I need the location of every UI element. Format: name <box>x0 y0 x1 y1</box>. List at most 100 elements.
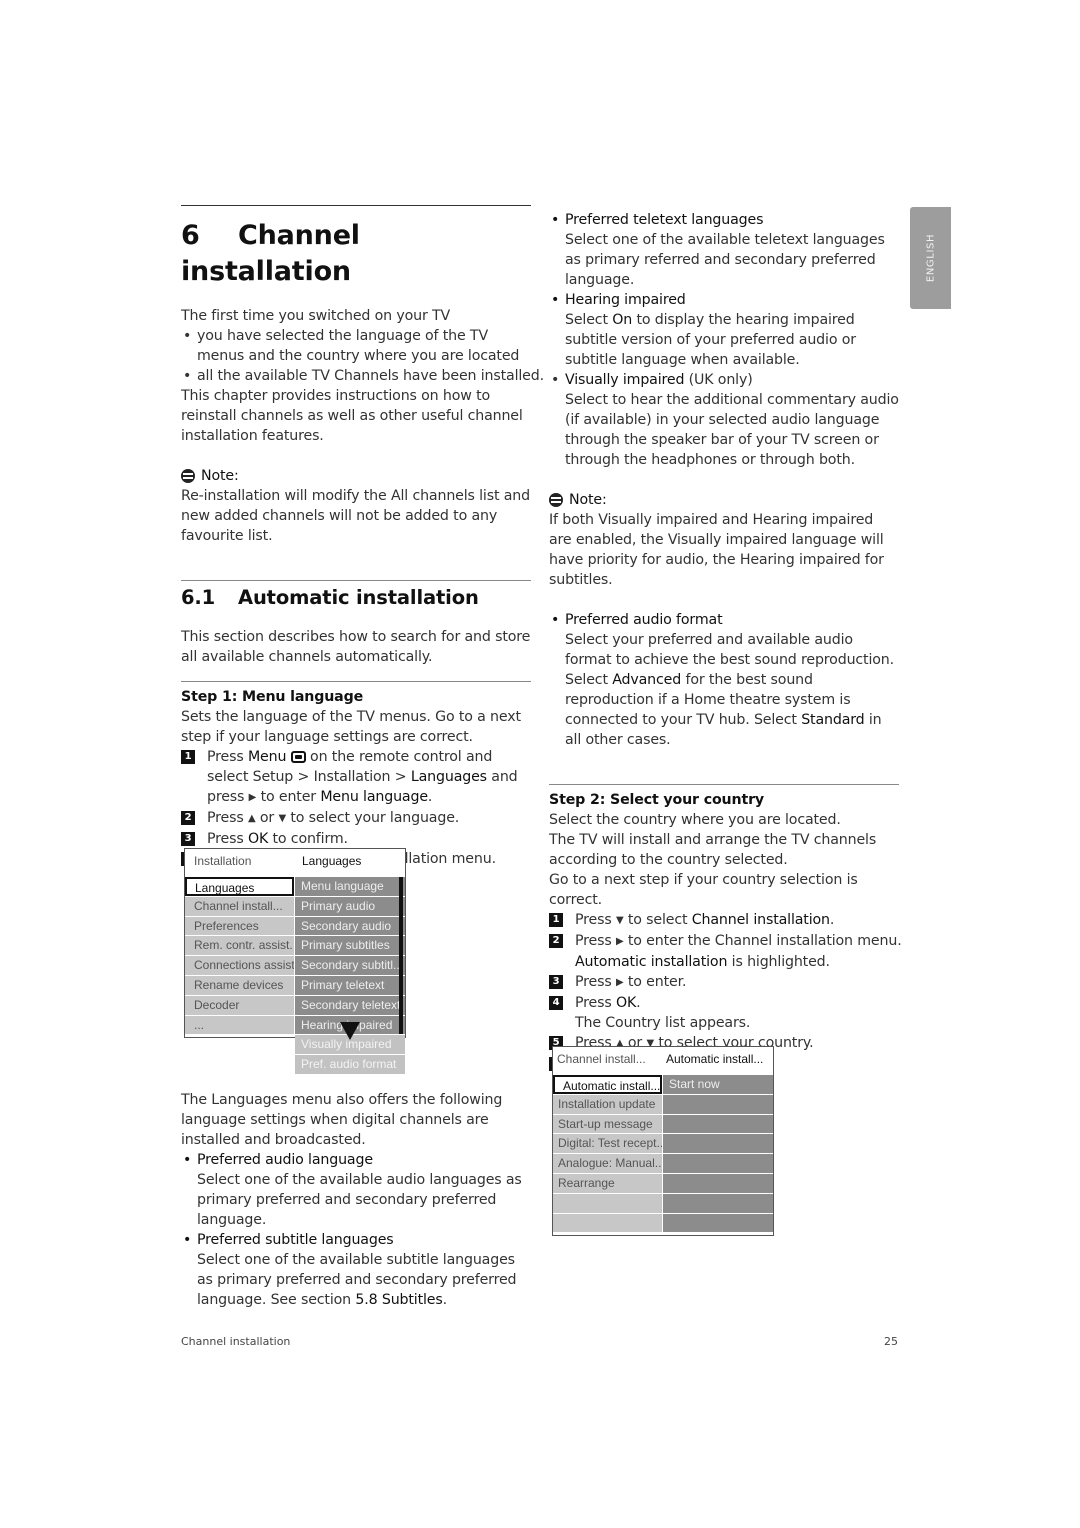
note-icon <box>549 493 563 507</box>
menu-item-selected[interactable]: Automatic install... <box>553 1075 662 1094</box>
submenu-item[interactable]: Primary audio <box>295 896 405 916</box>
section-title-text: Automatic installation <box>238 586 479 609</box>
section-rule <box>181 580 531 581</box>
step-number-badge: 1 <box>181 750 195 764</box>
step-number-badge: 3 <box>549 975 563 989</box>
step1-item: 3 Press OK to confirm. <box>181 829 531 849</box>
footer-section-title: Channel installation <box>181 1335 291 1348</box>
bullet-text: Select one of the available audio langua… <box>197 1172 522 1228</box>
step1-item: 2 Press ▲ or ▼ to select your language. <box>181 808 531 829</box>
submenu-item[interactable] <box>663 1094 773 1114</box>
step2-item: 4 Press OK. The Country list appears. <box>549 993 899 1033</box>
bullet-title: Preferred audio language <box>181 1150 531 1170</box>
bullet-title: Preferred audio format <box>549 610 899 630</box>
step2-line: The TV will install and arrange the TV c… <box>549 832 877 868</box>
step-number-badge: 1 <box>549 913 563 927</box>
submenu-item[interactable]: Menu language <box>295 877 405 896</box>
step-number-badge: 4 <box>549 996 563 1010</box>
menu-item[interactable]: Channel install... <box>185 896 294 916</box>
chapter-rule <box>181 205 531 206</box>
menu-header-left: Channel install... <box>557 1052 646 1066</box>
right-arrow-icon: ▶ <box>615 977 624 988</box>
bullet-text: Select Advanced for the best sound repro… <box>565 672 882 748</box>
installation-languages-menu: Installation Languages Languages Channel … <box>184 848 406 1078</box>
menu-item[interactable]: Rearrange <box>553 1174 662 1193</box>
menu-item-selected[interactable]: Languages <box>185 877 294 896</box>
bullet-title: Visually impaired (UK only) <box>549 370 899 390</box>
intro-bullet: you have selected the language of the TV… <box>181 326 531 366</box>
submenu-item[interactable] <box>663 1134 773 1154</box>
bullet-text: Select to hear the additional commentary… <box>565 392 899 468</box>
menu-item[interactable]: Preferences <box>185 916 294 936</box>
menu-item[interactable]: Connections assist. <box>185 956 294 975</box>
note-text: If both Visually impaired and Hearing im… <box>549 512 884 588</box>
step2-item: 3 Press ▶ to enter. <box>549 972 899 993</box>
menu-header-right: Languages <box>302 854 362 868</box>
bullet-title: Hearing impaired <box>549 290 899 310</box>
languages-info: The Languages menu also offers the follo… <box>181 1090 531 1310</box>
intro-lead: The first time you switched on your TV <box>181 308 451 324</box>
scroll-down-arrow-icon[interactable] <box>340 1021 360 1040</box>
channel-installation-menu: Channel install... Automatic install... … <box>552 1046 774 1236</box>
step-number-badge: 2 <box>181 811 195 825</box>
step2-line: Go to a next step if your country select… <box>549 872 858 908</box>
menu-item[interactable]: ... <box>185 1015 294 1035</box>
menu-header-left: Installation <box>194 854 252 868</box>
submenu-item[interactable] <box>663 1114 773 1134</box>
bullet-text: Select your preferred and available audi… <box>565 632 894 668</box>
submenu-item[interactable]: Pref. audio format <box>295 1055 405 1074</box>
chapter-number: 6 <box>181 220 200 251</box>
left-column: 6 Channel installation The first time you… <box>181 205 544 870</box>
menu-item[interactable]: Installation update <box>553 1094 662 1114</box>
menu-key-icon <box>290 751 306 763</box>
down-arrow-icon: ▼ <box>278 813 286 824</box>
step2-title: Step 2: Select your country <box>549 792 765 808</box>
menu-item[interactable]: Rem. contr. assist. <box>185 936 294 956</box>
up-arrow-icon: ▲ <box>247 813 256 824</box>
submenu-item[interactable]: Secondary teletext <box>295 995 405 1015</box>
bullet-text: Select one of the available subtitle lan… <box>197 1252 517 1308</box>
step-number-badge: 3 <box>181 832 195 846</box>
menu-item[interactable]: Rename devices <box>185 976 294 995</box>
submenu-item[interactable]: Primary teletext <box>295 976 405 995</box>
note-text: Re-installation will modify the All chan… <box>181 488 530 544</box>
submenu-item[interactable]: Secondary subtitl.. <box>295 956 405 975</box>
right-arrow-icon: ▶ <box>615 936 624 947</box>
menu-item[interactable] <box>553 1193 662 1213</box>
submenu-item[interactable]: Secondary audio <box>295 916 405 936</box>
menu-item[interactable]: Start-up message <box>553 1114 662 1134</box>
down-arrow-icon: ▼ <box>615 915 624 926</box>
bullet-text: Select one of the available teletext lan… <box>565 232 885 288</box>
note-label: Note: <box>201 468 239 484</box>
menu-scrollbar[interactable] <box>399 877 403 1035</box>
section-title: 6.1 Automatic installation <box>181 585 531 611</box>
submenu-item[interactable]: Start now <box>663 1075 773 1094</box>
note-heading: Note: <box>549 490 899 510</box>
step-number-badge: 2 <box>549 934 563 948</box>
step2-line: Select the country where you are located… <box>549 812 841 828</box>
step1-title: Step 1: Menu language <box>181 689 364 705</box>
menu-header-right: Automatic install... <box>666 1052 764 1066</box>
step2-item: 2 Press ▶ to enter the Channel installat… <box>549 931 902 972</box>
bullet-title: Preferred subtitle languages <box>181 1230 531 1250</box>
step1-text: Sets the language of the TV menus. Go to… <box>181 709 521 745</box>
submenu-item[interactable]: Primary subtitles <box>295 936 405 956</box>
menu-item[interactable]: Decoder <box>185 995 294 1015</box>
chapter-title: 6 Channel installation <box>181 218 531 290</box>
section-reference-link[interactable]: 5.8 Subtitles <box>355 1292 442 1308</box>
submenu-item[interactable] <box>663 1154 773 1173</box>
menu-item[interactable]: Digital: Test recept... <box>553 1134 662 1154</box>
menu-item[interactable] <box>553 1213 662 1233</box>
note-label: Note: <box>569 492 607 508</box>
section-number: 6.1 <box>181 586 216 609</box>
right-column: Preferred teletext languages Select one … <box>549 210 902 1074</box>
menu-item[interactable]: Analogue: Manual... <box>553 1154 662 1173</box>
submenu-item[interactable] <box>663 1174 773 1193</box>
bullet-text: Select On to display the hearing impaire… <box>565 312 856 368</box>
bullet-title: Preferred teletext languages <box>549 210 899 230</box>
submenu-item[interactable] <box>663 1193 773 1213</box>
submenu-item[interactable] <box>663 1213 773 1233</box>
step1-item: 1 Press Menu on the remote control and s… <box>181 747 531 808</box>
note-heading: Note: <box>181 466 531 486</box>
intro-bullet: all the available TV Channels have been … <box>181 366 544 386</box>
